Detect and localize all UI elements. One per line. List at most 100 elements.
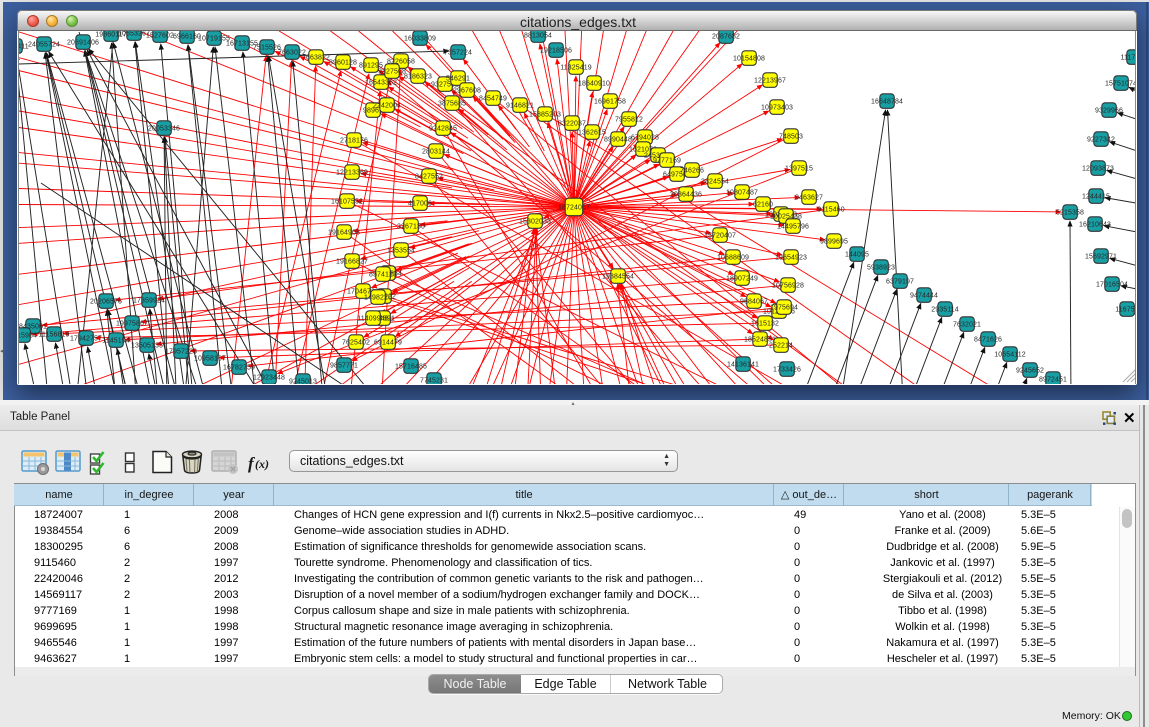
svg-text:9242845: 9242845: [429, 125, 457, 132]
svg-text:546291: 546291: [446, 75, 470, 82]
svg-text:12093873: 12093873: [1082, 165, 1114, 172]
svg-text:8322037: 8322037: [558, 120, 586, 127]
svg-text:17016504: 17016504: [1096, 281, 1128, 288]
svg-text:417006: 417006: [408, 200, 432, 207]
svg-text:9474444: 9474444: [910, 292, 938, 299]
svg-text:2087682: 2087682: [712, 33, 740, 40]
svg-text:1975694: 1975694: [770, 304, 798, 311]
svg-text:12213369: 12213369: [336, 169, 368, 176]
svg-text:11156819: 11156819: [39, 331, 70, 338]
svg-text:15885203: 15885203: [529, 111, 561, 118]
svg-text:1733426: 1733426: [773, 366, 801, 373]
svg-text:9329966: 9329966: [1095, 107, 1123, 114]
svg-text:10807487: 10807487: [726, 189, 758, 196]
svg-text:14136141: 14136141: [727, 361, 759, 368]
svg-text:19166827: 19166827: [336, 258, 368, 265]
svg-text:9245013: 9245013: [289, 378, 317, 384]
svg-text:20053346: 20053346: [148, 125, 180, 132]
svg-text:17957223: 17957223: [165, 348, 197, 355]
svg-text:8574123: 8574123: [369, 271, 397, 278]
svg-text:5938923: 5938923: [867, 264, 895, 271]
svg-text:8471626: 8471626: [974, 336, 1002, 343]
svg-text:252214: 252214: [769, 342, 793, 349]
svg-text:7745231: 7745231: [420, 377, 448, 384]
svg-text:1362615: 1362615: [578, 129, 606, 136]
svg-text:746266: 746266: [680, 167, 704, 174]
svg-text:10756928: 10756928: [772, 282, 804, 289]
svg-text:2967608: 2967608: [453, 87, 481, 94]
svg-text:7515526: 7515526: [253, 44, 281, 51]
svg-text:7632021: 7632021: [953, 321, 981, 328]
svg-text:2803144: 2803144: [422, 148, 450, 155]
svg-text:8972451: 8972451: [1039, 376, 1067, 383]
svg-text:116753: 116753: [1115, 306, 1136, 313]
svg-text:17942757: 17942757: [70, 335, 102, 342]
svg-text:19654923: 19654923: [775, 254, 807, 261]
svg-text:(x): (x): [255, 457, 269, 471]
svg-text:1353554: 1353554: [387, 247, 415, 254]
svg-text:15302033: 15302033: [519, 218, 551, 225]
svg-text:12923448: 12923448: [253, 374, 285, 381]
svg-text:2242004: 2242004: [373, 102, 401, 109]
svg-text:18640910: 18640910: [578, 80, 610, 87]
svg-text:10688609: 10688609: [717, 254, 749, 261]
svg-text:9684067: 9684067: [740, 298, 768, 305]
svg-text:9327508: 9327508: [378, 68, 406, 75]
svg-text:20691406: 20691406: [67, 39, 99, 46]
svg-text:6379197: 6379197: [886, 278, 914, 285]
svg-text:6794028: 6794028: [631, 134, 659, 141]
svg-text:16033809: 16033809: [404, 35, 436, 42]
svg-text:8960128: 8960128: [329, 59, 357, 66]
svg-text:13505135: 13505135: [131, 342, 163, 349]
svg-text:144095: 144095: [845, 251, 869, 258]
svg-text:2935114: 2935114: [931, 306, 958, 313]
svg-text:19975867: 19975867: [116, 320, 148, 327]
svg-text:7663822: 7663822: [302, 54, 330, 61]
svg-text:9146821: 9146821: [506, 102, 534, 109]
svg-text:9227342: 9227342: [1087, 136, 1115, 143]
svg-text:17359924: 17359924: [133, 297, 165, 304]
svg-text:16107552: 16107552: [331, 198, 363, 205]
svg-text:9777169: 9777169: [653, 157, 681, 164]
svg-text:1615132: 1615132: [751, 320, 779, 327]
svg-text:9245652: 9245652: [1016, 367, 1044, 374]
svg-text:5215358: 5215358: [1056, 209, 1084, 216]
svg-text:8454749: 8454749: [479, 95, 507, 102]
svg-text:11409948: 11409948: [357, 315, 388, 322]
svg-text:3875685: 3875685: [438, 100, 466, 107]
svg-text:7625402: 7625402: [342, 339, 370, 346]
svg-text:9463627: 9463627: [795, 194, 823, 201]
svg-text:16961758: 16961758: [594, 98, 626, 105]
svg-text:18907249: 18907249: [726, 275, 758, 282]
svg-text:748503: 748503: [779, 133, 803, 140]
svg-text:2718176: 2718176: [340, 137, 368, 144]
svg-text:1397515: 1397515: [785, 165, 813, 172]
svg-text:19384554: 19384554: [602, 273, 634, 280]
svg-text:1498220: 1498220: [364, 294, 392, 301]
svg-text:9915984: 9915984: [19, 332, 37, 339]
svg-text:15716485: 15716485: [395, 363, 427, 370]
svg-text:7955812: 7955812: [615, 116, 643, 123]
svg-text:1527602: 1527602: [146, 32, 174, 39]
svg-text:24055724: 24055724: [28, 41, 60, 48]
svg-text:16543362: 16543362: [365, 79, 397, 86]
svg-text:19164908: 19164908: [328, 229, 360, 236]
svg-text:8990448: 8990448: [604, 136, 632, 143]
svg-text:6966160: 6966160: [173, 33, 201, 40]
svg-text:8186323: 8186323: [404, 73, 432, 80]
svg-text:20206576: 20206576: [90, 298, 122, 305]
svg-text:9899695: 9899695: [820, 238, 848, 245]
svg-text:7357224: 7357224: [444, 49, 472, 56]
svg-text:1244415: 1244415: [1082, 193, 1110, 200]
svg-text:8813054: 8813054: [524, 32, 552, 39]
svg-text:15751074: 15751074: [1105, 80, 1136, 87]
svg-text:14495796: 14495796: [777, 223, 809, 230]
svg-text:3267130: 3267130: [397, 223, 425, 230]
svg-text:11325419: 11325419: [560, 64, 591, 71]
svg-text:10973403: 10973403: [761, 104, 793, 111]
svg-text:9857771: 9857771: [330, 362, 358, 369]
svg-text:10154808: 10154808: [733, 55, 765, 62]
svg-text:16648784: 16648784: [871, 98, 903, 105]
svg-text:10958107: 10958107: [194, 355, 226, 362]
svg-text:16210643: 16210643: [1079, 221, 1111, 228]
